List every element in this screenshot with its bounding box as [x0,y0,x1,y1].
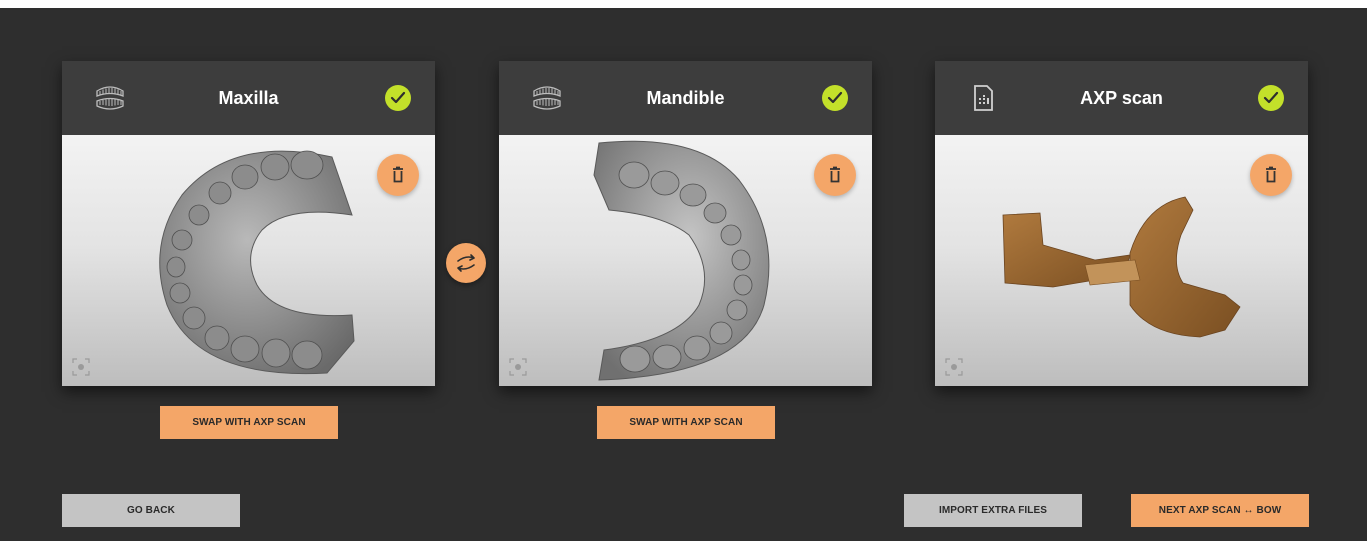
scan-preview[interactable] [499,135,872,386]
delete-button[interactable] [1250,154,1292,196]
card-header: Mandible [499,61,872,135]
swap-jaws-button[interactable] [446,243,486,283]
trash-icon [830,166,840,183]
delete-button[interactable] [377,154,419,196]
card-title: Maxilla [218,88,279,108]
scan-preview[interactable] [935,135,1308,386]
focus-icon[interactable] [945,358,963,376]
swap-maxilla-with-axp-button[interactable]: SWAP WITH AXP SCAN [160,406,338,439]
mandible-card: Mandible [499,61,872,386]
swap-mandible-with-axp-button[interactable]: SWAP WITH AXP SCAN [597,406,775,439]
swap-arrows-icon [457,254,475,272]
top-strip [0,0,1367,8]
focus-icon[interactable] [72,358,90,376]
focus-icon[interactable] [509,358,527,376]
card-header: Maxilla [62,61,435,135]
maxilla-card: Maxilla [62,61,435,386]
go-back-button[interactable]: GO BACK [62,494,240,527]
card-title: Mandible [646,88,725,108]
check-icon [1258,85,1284,111]
card-title: AXP scan [1080,88,1163,108]
check-icon [385,85,411,111]
delete-button[interactable] [814,154,856,196]
next-step-button[interactable]: NEXT AXP SCAN ↔ BOW [1131,494,1309,527]
import-extra-files-button[interactable]: IMPORT EXTRA FILES [904,494,1082,527]
card-header: AXP scan [935,61,1308,135]
check-icon [822,85,848,111]
scan-preview[interactable] [62,135,435,386]
trash-icon [393,166,403,183]
axp-scan-card: AXP scan [935,61,1308,386]
trash-icon [1266,166,1276,183]
